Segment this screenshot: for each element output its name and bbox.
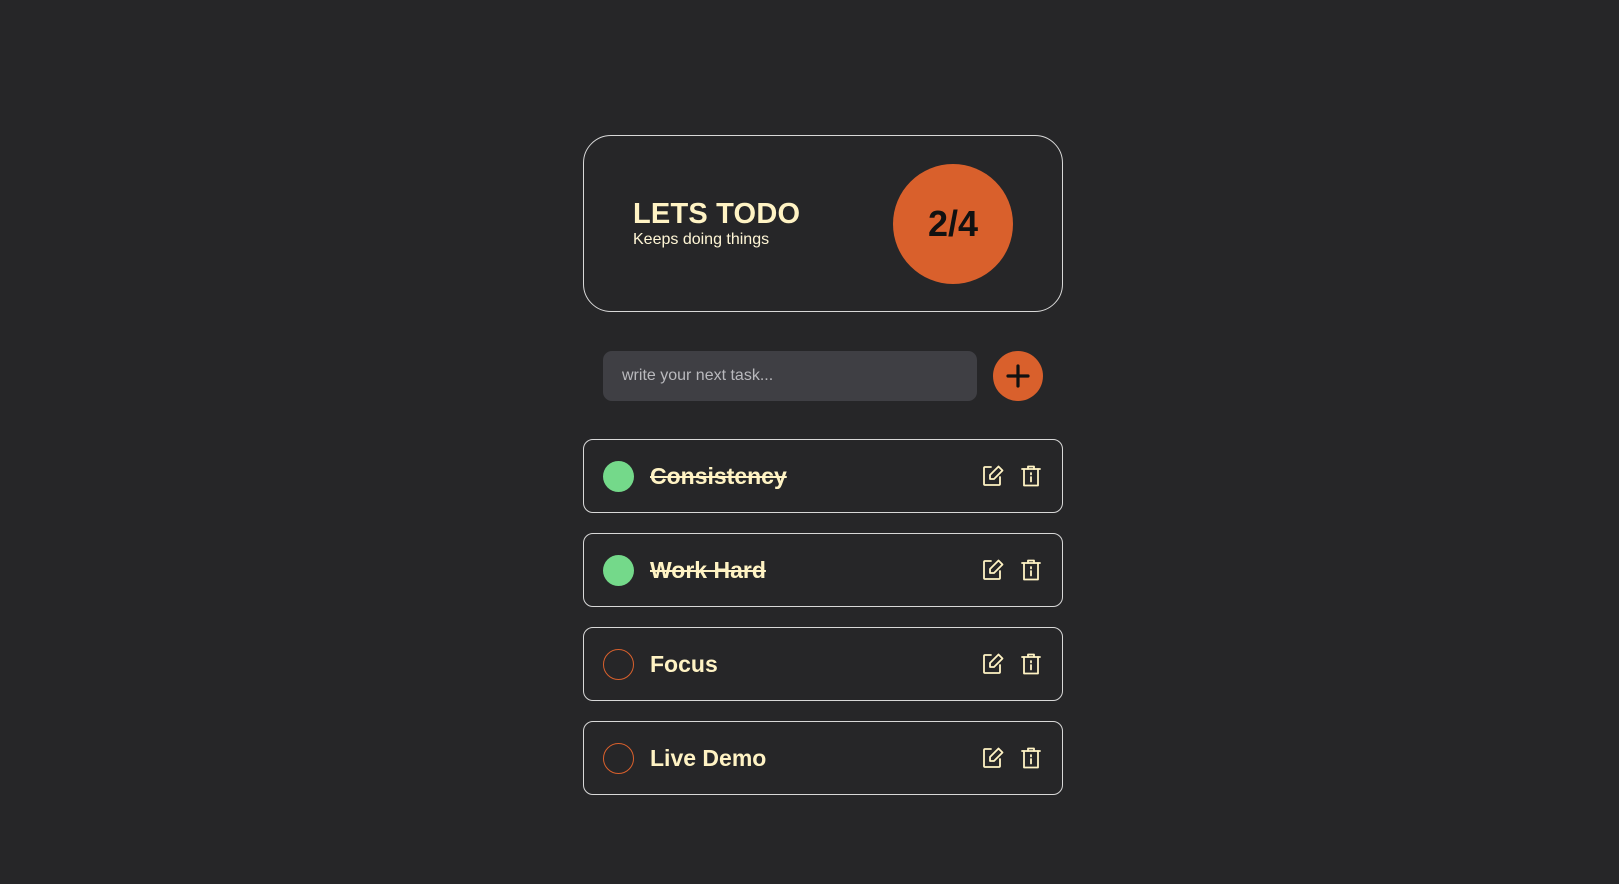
progress-counter: 2/4 — [893, 163, 1013, 284]
complete-toggle[interactable] — [603, 460, 634, 492]
add-task-button[interactable] — [993, 351, 1043, 401]
edit-icon — [983, 653, 1004, 674]
todo-list: Consistency Work Hard Focus Live Demo — [583, 439, 1063, 795]
todo-actions — [980, 651, 1044, 677]
todo-item: Consistency — [583, 439, 1063, 513]
todo-actions — [980, 745, 1044, 771]
todo-app: LETS TODO Keeps doing things 2/4 Consist… — [583, 135, 1063, 815]
todo-item: Live Demo — [583, 721, 1063, 795]
todo-label: Work Hard — [650, 556, 766, 583]
delete-button[interactable] — [1018, 651, 1044, 677]
add-task-form — [603, 351, 1043, 401]
trash-icon — [1021, 559, 1041, 581]
todo-item: Work Hard — [583, 533, 1063, 607]
edit-icon — [983, 747, 1004, 768]
app-title: LETS TODO — [633, 198, 801, 230]
complete-toggle[interactable] — [603, 742, 634, 774]
edit-button[interactable] — [980, 463, 1006, 489]
plus-icon — [1006, 364, 1030, 388]
delete-button[interactable] — [1018, 557, 1044, 583]
delete-button[interactable] — [1018, 463, 1044, 489]
task-input[interactable] — [603, 351, 977, 401]
edit-button[interactable] — [980, 651, 1006, 677]
todo-actions — [980, 463, 1044, 489]
edit-icon — [983, 559, 1004, 580]
complete-toggle[interactable] — [603, 648, 634, 680]
todo-label: Live Demo — [650, 744, 767, 771]
header-card: LETS TODO Keeps doing things 2/4 — [583, 135, 1063, 312]
edit-icon — [983, 465, 1004, 486]
app-subtitle: Keeps doing things — [633, 231, 770, 248]
trash-icon — [1021, 653, 1041, 675]
todo-item: Focus — [583, 627, 1063, 701]
edit-button[interactable] — [980, 745, 1006, 771]
trash-icon — [1021, 747, 1041, 769]
complete-toggle[interactable] — [603, 554, 634, 586]
header-text: LETS TODO Keeps doing things — [633, 198, 800, 249]
todo-actions — [980, 557, 1044, 583]
delete-button[interactable] — [1018, 745, 1044, 771]
edit-button[interactable] — [980, 557, 1006, 583]
todo-label: Focus — [650, 650, 718, 677]
trash-icon — [1021, 465, 1041, 487]
todo-label: Consistency — [650, 462, 787, 489]
